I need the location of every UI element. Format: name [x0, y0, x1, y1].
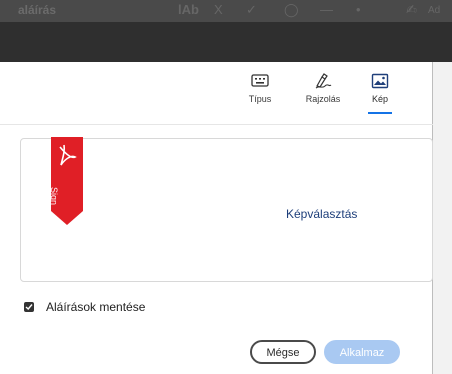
- keyboard-icon: [251, 74, 269, 87]
- app-title: aláírás: [18, 3, 57, 17]
- dot-tool-icon[interactable]: •: [356, 2, 361, 17]
- pen-draw-icon: [315, 73, 332, 89]
- cross-tool-icon[interactable]: X: [214, 2, 223, 17]
- tab-type[interactable]: Típus: [245, 72, 275, 118]
- app-toolbar: aláírás lAb X ✓ ◯ — • ✍ Ad: [0, 0, 452, 22]
- tab-image-label: Kép: [371, 94, 388, 104]
- signature-dialog: Típus Rajzolás Kép Sign Képválasztás Alá…: [0, 62, 433, 374]
- cancel-button[interactable]: Mégse: [250, 340, 316, 364]
- tab-image[interactable]: Kép: [366, 72, 394, 118]
- tab-draw[interactable]: Rajzolás: [300, 72, 346, 118]
- sign-ribbon-label: Sign: [49, 187, 59, 206]
- line-tool-icon[interactable]: —: [320, 2, 333, 17]
- signature-canvas[interactable]: Sign Képválasztás: [20, 137, 433, 282]
- modal-backdrop: [0, 22, 452, 62]
- apply-button[interactable]: Alkalmaz: [324, 340, 400, 364]
- checkmark-icon: [25, 304, 33, 311]
- tabs-divider: [0, 124, 433, 125]
- tab-draw-label: Rajzolás: [305, 94, 341, 104]
- check-tool-icon[interactable]: ✓: [246, 2, 257, 18]
- sign-tool-icon[interactable]: ✍: [406, 2, 417, 18]
- circle-tool-icon[interactable]: ◯: [284, 2, 299, 18]
- tab-type-label: Típus: [248, 94, 272, 104]
- dialog-edge: [433, 62, 452, 374]
- text-tool-icon[interactable]: lAb: [178, 2, 199, 17]
- signature-mode-tabs: Típus Rajzolás Kép: [0, 62, 433, 122]
- active-tab-indicator: [368, 112, 392, 114]
- save-signatures-checkbox[interactable]: [24, 302, 34, 312]
- sign-ribbon-icon: [51, 137, 83, 225]
- sign-tool-label: Ad: [428, 5, 441, 16]
- image-icon: [371, 73, 389, 89]
- save-signatures-label: Aláírások mentése: [46, 300, 146, 314]
- pick-image-link[interactable]: Képválasztás: [286, 207, 357, 221]
